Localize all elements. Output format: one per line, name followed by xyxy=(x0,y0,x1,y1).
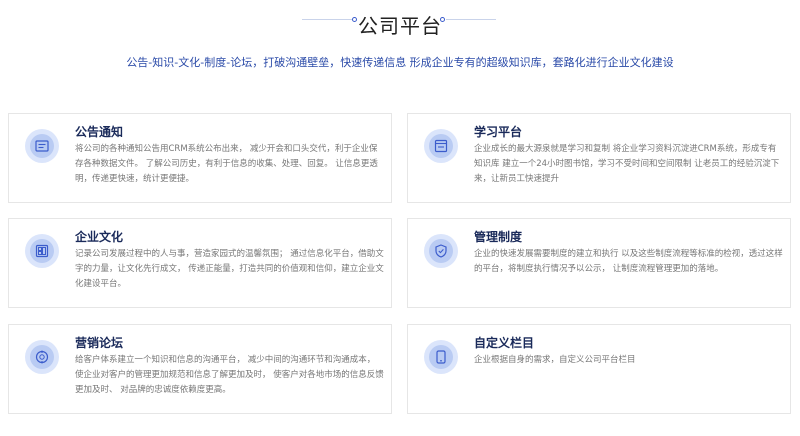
card-title: 管理制度 xyxy=(474,230,523,244)
page-subtitle: 公告-知识-文化-制度-论坛，打破沟通壁垒，快速传递信息 形成企业专有的超级知识… xyxy=(126,56,674,69)
card-description: 将公司的各种通知公告用CRM系统公布出来， 减少开会和口头交代，利于企业保存各种… xyxy=(75,144,378,184)
card-forum[interactable]: 营销论坛 给客户体系建立一个知识和信息的沟通平台， 减少中间的沟通环节和沟通成本… xyxy=(8,324,392,414)
study-icon xyxy=(424,129,458,163)
card-description: 记录公司发展过程中的人与事，营造家园式的温馨氛围； 通过信息化平台，借助文字的力… xyxy=(75,249,384,289)
card-description: 企业成长的最大源泉就是学习和复制 将企业学习资料沉淀进CRM系统，形成专有知识库… xyxy=(474,144,780,184)
title-decoration-right xyxy=(440,17,500,23)
card-title: 企业文化 xyxy=(75,230,124,244)
announcement-icon xyxy=(25,129,59,163)
card-title: 营销论坛 xyxy=(75,336,124,350)
card-description: 企业的快速发展需要制度的建立和执行 以及这些制度流程等标准的检视，透过这样的平台… xyxy=(474,249,783,274)
card-description: 给客户体系建立一个知识和信息的沟通平台， 减少中间的沟通环节和沟通成本， 使企业… xyxy=(75,355,384,395)
header: 公司平台 xyxy=(0,0,800,40)
page-title: 公司平台 xyxy=(358,14,442,38)
card-study[interactable]: 学习平台 企业成长的最大源泉就是学习和复制 将企业学习资料沉淀进CRM系统，形成… xyxy=(407,113,791,203)
culture-icon xyxy=(25,234,59,268)
policy-icon xyxy=(424,234,458,268)
card-policy[interactable]: 管理制度 企业的快速发展需要制度的建立和执行 以及这些制度流程等标准的检视，透过… xyxy=(407,218,791,308)
card-custom-column[interactable]: 自定义栏目 企业根据自身的需求，自定义公司平台栏目 xyxy=(407,324,791,414)
card-description: 企业根据自身的需求，自定义公司平台栏目 xyxy=(474,355,636,365)
card-title: 学习平台 xyxy=(474,125,523,139)
card-announcement[interactable]: 公告通知 将公司的各种通知公告用CRM系统公布出来， 减少开会和口头交代，利于企… xyxy=(8,113,392,203)
card-title: 公告通知 xyxy=(75,125,124,139)
card-title: 自定义栏目 xyxy=(474,336,535,350)
forum-icon xyxy=(25,340,59,374)
card-culture[interactable]: 企业文化 记录公司发展过程中的人与事，营造家园式的温馨氛围； 通过信息化平台，借… xyxy=(8,218,392,308)
custom-column-icon xyxy=(424,340,458,374)
